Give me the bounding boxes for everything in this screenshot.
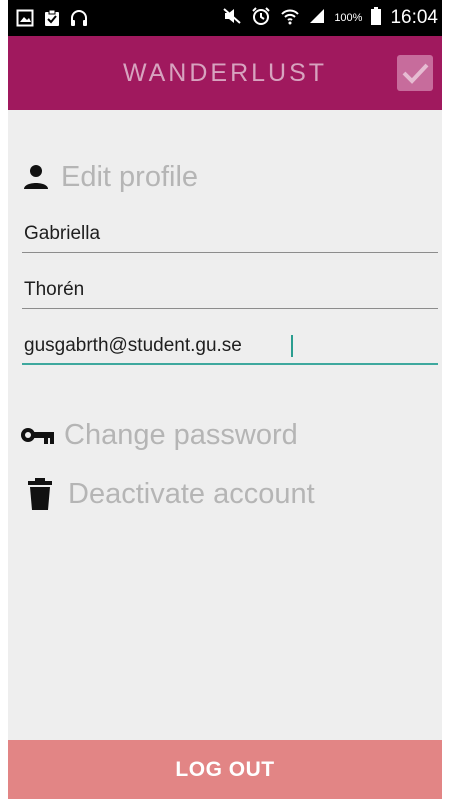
system-status: 100% 16:04	[222, 0, 438, 36]
last-name-field	[22, 271, 438, 309]
headphones-icon	[70, 9, 88, 27]
email-input[interactable]	[22, 327, 438, 365]
edit-profile-heading: Edit profile	[22, 155, 198, 199]
signal-icon	[309, 8, 325, 29]
deactivate-account-item[interactable]: Deactivate account	[20, 472, 315, 516]
battery-percentage: 100%	[334, 12, 363, 24]
last-name-input[interactable]	[22, 271, 438, 309]
phone-screen: 100% 16:04 WANDERLUST Edit profile Gabri…	[8, 0, 442, 799]
person-icon	[24, 165, 48, 189]
status-bar: 100% 16:04	[8, 0, 442, 36]
text-cursor	[291, 335, 293, 357]
gallery-notification-icon	[16, 9, 34, 27]
key-icon	[21, 428, 54, 444]
clock: 16:04	[390, 7, 438, 28]
app-title: WANDERLUST	[122, 59, 328, 87]
first-name-input[interactable]	[22, 215, 438, 253]
clipboard-check-icon	[43, 9, 61, 27]
wifi-icon	[280, 6, 300, 31]
deactivate-account-label: Deactivate account	[68, 477, 315, 510]
first-name-underline	[22, 252, 438, 253]
first-name-field	[22, 215, 438, 253]
alarm-icon	[251, 6, 271, 31]
app-bar: WANDERLUST	[8, 36, 442, 110]
notification-icons	[16, 9, 88, 27]
edit-profile-label: Edit profile	[61, 160, 199, 193]
email-underline	[22, 363, 438, 365]
change-password-item[interactable]: Change password	[20, 413, 298, 457]
trash-icon	[28, 478, 52, 510]
check-box-icon	[397, 55, 433, 91]
save-button[interactable]	[396, 54, 434, 92]
logout-button[interactable]: LOG OUT	[8, 740, 442, 799]
last-name-underline	[22, 308, 438, 309]
change-password-label: Change password	[64, 418, 298, 451]
mute-icon	[222, 7, 242, 30]
email-field	[22, 327, 438, 365]
battery-icon	[371, 6, 382, 30]
